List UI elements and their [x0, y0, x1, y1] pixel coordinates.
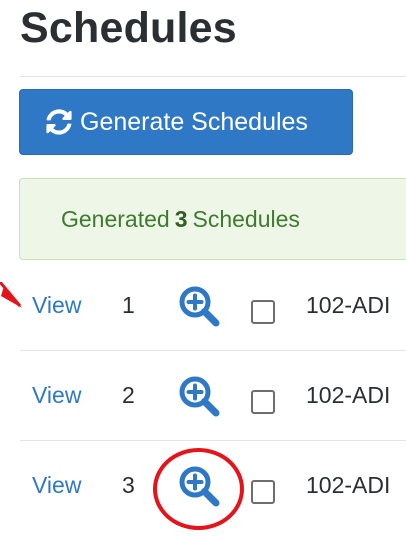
- schedule-number: 3: [122, 472, 135, 498]
- schedule-number: 1: [122, 292, 135, 318]
- schedules-page: Schedules Generate Schedules Generated 3…: [0, 0, 406, 538]
- view-link[interactable]: View: [32, 382, 81, 409]
- schedule-number: 2: [122, 382, 135, 408]
- schedule-row: View 1 102-ADI: [0, 262, 406, 350]
- schedule-row: View 2 102-ADI: [0, 352, 406, 440]
- schedule-row: View 3 102-ADI: [0, 442, 406, 530]
- alert-count: 3: [174, 205, 188, 232]
- zoom-in-icon[interactable]: [177, 464, 221, 508]
- zoom-in-icon[interactable]: [177, 374, 221, 418]
- schedule-checkbox[interactable]: [251, 390, 275, 414]
- alert-prefix: Generated: [61, 205, 170, 232]
- refresh-icon: [46, 109, 72, 135]
- schedule-code: 102-ADI: [306, 292, 391, 318]
- page-title: Schedules: [20, 4, 237, 52]
- schedule-code: 102-ADI: [306, 472, 391, 498]
- row-divider: [20, 350, 406, 351]
- view-link[interactable]: View: [32, 472, 81, 499]
- row-divider: [20, 440, 406, 441]
- zoom-in-icon[interactable]: [177, 284, 221, 328]
- generate-schedules-button[interactable]: Generate Schedules: [19, 89, 353, 155]
- success-alert: Generated 3 Schedules: [19, 178, 406, 260]
- view-link[interactable]: View: [32, 292, 81, 319]
- schedule-code: 102-ADI: [306, 382, 391, 408]
- schedule-checkbox[interactable]: [251, 300, 275, 324]
- schedule-checkbox[interactable]: [251, 480, 275, 504]
- title-divider: [20, 76, 406, 77]
- generate-schedules-label: Generate Schedules: [80, 107, 308, 136]
- alert-suffix: Schedules: [192, 205, 300, 232]
